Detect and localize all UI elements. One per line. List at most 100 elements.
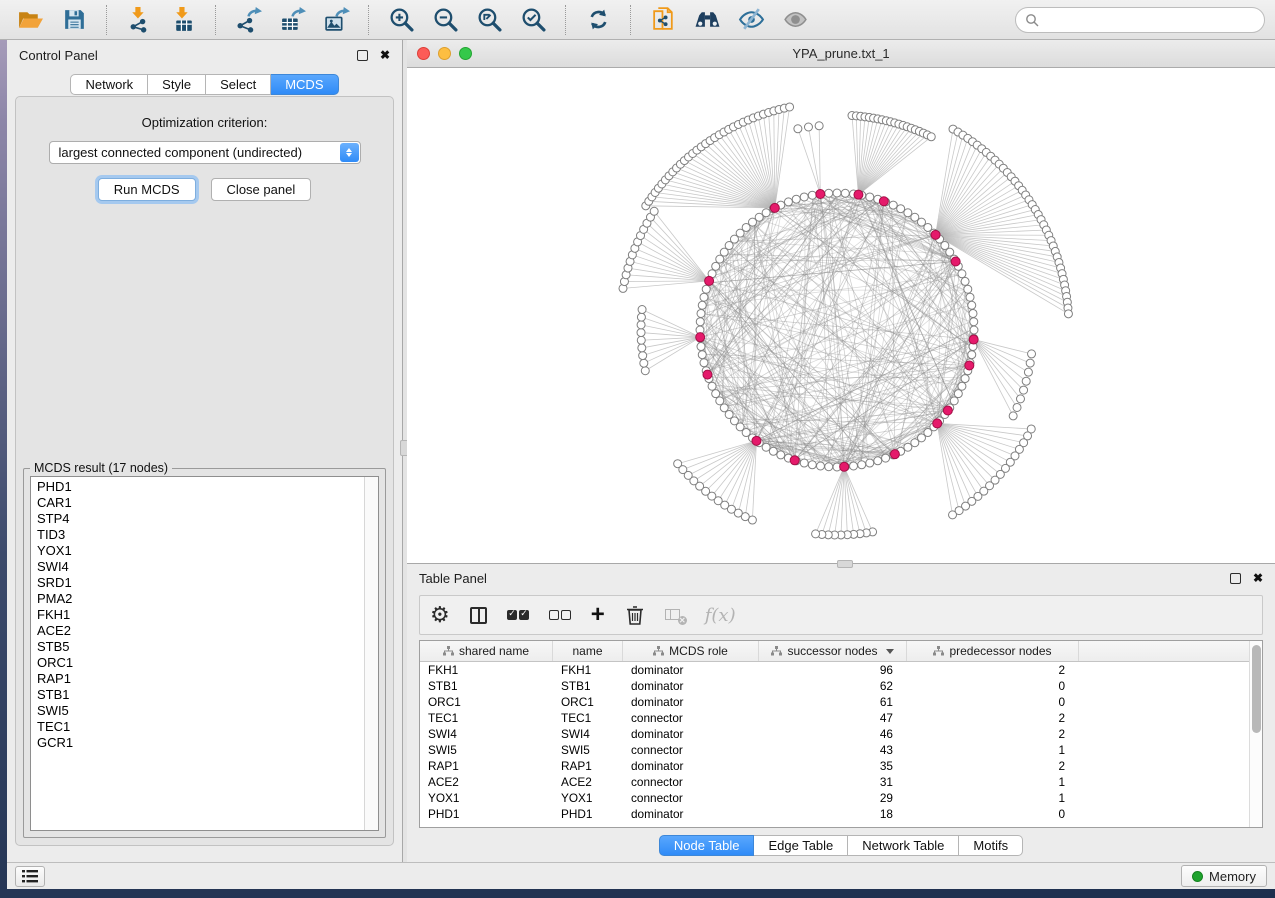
import-network-button[interactable] xyxy=(119,3,159,37)
graph-node[interactable] xyxy=(712,262,720,270)
graph-node[interactable] xyxy=(1022,377,1030,385)
result-list-item[interactable]: ORC1 xyxy=(31,655,364,671)
graph-node[interactable] xyxy=(808,461,816,469)
first-neighbors-button[interactable] xyxy=(687,3,727,37)
cell-MCDS-role[interactable]: connector xyxy=(623,711,759,725)
result-list-item[interactable]: TEC1 xyxy=(31,719,364,735)
refresh-layout-button[interactable] xyxy=(578,3,618,37)
cell-successor-nodes[interactable]: 61 xyxy=(759,695,907,709)
graph-node[interactable] xyxy=(850,462,858,470)
table-scrollbar-thumb[interactable] xyxy=(1252,645,1261,733)
graph-node[interactable] xyxy=(825,189,833,197)
export-table-button[interactable] xyxy=(272,3,312,37)
cell-name[interactable]: FKH1 xyxy=(553,663,623,677)
cell-shared-name[interactable]: SWI5 xyxy=(420,743,553,757)
memory-button[interactable]: Memory xyxy=(1181,865,1267,887)
cell-predecessor-nodes[interactable]: 0 xyxy=(907,807,1079,821)
column-header-predecessor-nodes[interactable]: predecessor nodes xyxy=(907,641,1079,661)
close-table-panel-icon[interactable]: ✖ xyxy=(1253,573,1263,584)
graph-node[interactable] xyxy=(700,293,708,301)
cell-predecessor-nodes[interactable]: 1 xyxy=(907,775,1079,789)
network-canvas[interactable] xyxy=(407,68,1275,563)
graph-node[interactable] xyxy=(784,198,792,206)
result-list-item[interactable]: TID3 xyxy=(31,527,364,543)
result-list-item[interactable]: YOX1 xyxy=(31,543,364,559)
cell-successor-nodes[interactable]: 35 xyxy=(759,759,907,773)
hide-selected-button[interactable] xyxy=(731,3,771,37)
graph-node[interactable] xyxy=(812,530,820,538)
graph-node-selected[interactable] xyxy=(703,370,712,379)
graph-node[interactable] xyxy=(964,285,972,293)
graph-node[interactable] xyxy=(961,375,969,383)
cell-name[interactable]: ACE2 xyxy=(553,775,623,789)
cell-successor-nodes[interactable]: 18 xyxy=(759,807,907,821)
graph-node-selected[interactable] xyxy=(696,333,705,342)
graph-node[interactable] xyxy=(696,318,704,326)
table-row[interactable]: TEC1TEC1connector472 xyxy=(420,710,1249,726)
graph-node-selected[interactable] xyxy=(790,456,799,465)
cell-MCDS-role[interactable]: dominator xyxy=(623,759,759,773)
graph-node[interactable] xyxy=(968,351,976,359)
cell-shared-name[interactable]: STB1 xyxy=(420,679,553,693)
graph-node[interactable] xyxy=(786,103,794,111)
result-list-item[interactable]: GCR1 xyxy=(31,735,364,751)
tab-edge-table[interactable]: Edge Table xyxy=(754,835,848,856)
cell-successor-nodes[interactable]: 62 xyxy=(759,679,907,693)
graph-node[interactable] xyxy=(637,336,645,344)
cell-MCDS-role[interactable]: dominator xyxy=(623,727,759,741)
graph-node[interactable] xyxy=(702,285,710,293)
cell-shared-name[interactable]: ORC1 xyxy=(420,695,553,709)
export-network-button[interactable] xyxy=(228,3,268,37)
table-row[interactable]: SWI4SWI4dominator462 xyxy=(420,726,1249,742)
graph-node[interactable] xyxy=(716,397,724,405)
column-header-shared-name[interactable]: shared name xyxy=(420,641,553,661)
optimization-criterion-select[interactable]: largest connected component (undirected) xyxy=(49,141,361,164)
result-list-item[interactable]: RAP1 xyxy=(31,671,364,687)
graph-node[interactable] xyxy=(638,306,646,314)
graph-node[interactable] xyxy=(970,326,978,334)
result-list-item[interactable]: SRD1 xyxy=(31,575,364,591)
cell-successor-nodes[interactable]: 29 xyxy=(759,791,907,805)
graph-node-selected[interactable] xyxy=(931,230,940,239)
cell-shared-name[interactable]: ACE2 xyxy=(420,775,553,789)
table-row[interactable]: FKH1FKH1dominator962 xyxy=(420,662,1249,678)
table-row[interactable]: RAP1RAP1dominator352 xyxy=(420,758,1249,774)
cell-MCDS-role[interactable]: connector xyxy=(623,775,759,789)
graph-node[interactable] xyxy=(1017,395,1025,403)
graph-node[interactable] xyxy=(800,193,808,201)
graph-node[interactable] xyxy=(641,367,649,375)
result-list-item[interactable]: PHD1 xyxy=(31,479,364,495)
graph-node[interactable] xyxy=(954,390,962,398)
graph-node[interactable] xyxy=(968,301,976,309)
graph-node[interactable] xyxy=(698,351,706,359)
graph-node[interactable] xyxy=(833,189,841,197)
tab-network-table[interactable]: Network Table xyxy=(848,835,959,856)
cell-predecessor-nodes[interactable]: 2 xyxy=(907,727,1079,741)
graph-node-selected[interactable] xyxy=(890,450,899,459)
cell-MCDS-role[interactable]: dominator xyxy=(623,679,759,693)
zoom-selected-button[interactable] xyxy=(513,3,553,37)
tab-network[interactable]: Network xyxy=(70,74,148,95)
close-panel-button[interactable]: Close panel xyxy=(211,178,312,201)
table-row[interactable]: STB1STB1dominator620 xyxy=(420,678,1249,694)
result-list-item[interactable]: SWI4 xyxy=(31,559,364,575)
table-row[interactable]: SWI5SWI5connector431 xyxy=(420,742,1249,758)
graph-node[interactable] xyxy=(874,457,882,465)
split-view-button[interactable] xyxy=(470,600,487,630)
graph-node[interactable] xyxy=(697,343,705,351)
cell-name[interactable]: PHD1 xyxy=(553,807,623,821)
graph-node[interactable] xyxy=(769,447,777,455)
graph-node[interactable] xyxy=(639,352,647,360)
cell-shared-name[interactable]: PHD1 xyxy=(420,807,553,821)
tab-motifs[interactable]: Motifs xyxy=(959,835,1023,856)
cell-MCDS-role[interactable]: connector xyxy=(623,743,759,757)
zoom-in-button[interactable] xyxy=(381,3,421,37)
cell-predecessor-nodes[interactable]: 2 xyxy=(907,711,1079,725)
network-window-titlebar[interactable]: YPA_prune.txt_1 xyxy=(407,40,1275,68)
graph-node[interactable] xyxy=(777,451,785,459)
graph-node[interactable] xyxy=(700,359,708,367)
table-scrollbar[interactable] xyxy=(1249,641,1262,827)
result-list-item[interactable]: FKH1 xyxy=(31,607,364,623)
task-history-button[interactable] xyxy=(15,866,45,887)
graph-node-selected[interactable] xyxy=(951,257,960,266)
